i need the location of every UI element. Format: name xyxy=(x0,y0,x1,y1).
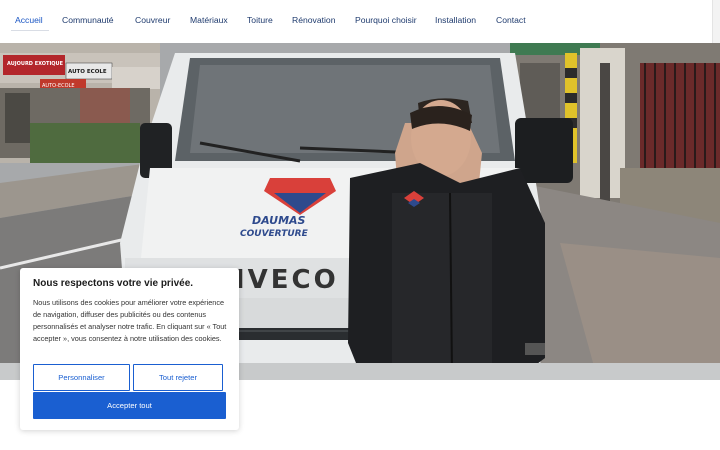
scrollbar[interactable] xyxy=(712,0,720,43)
van-logo-line2: COUVERTURE xyxy=(240,229,309,239)
nav-item-materiaux[interactable]: Matériaux xyxy=(190,15,228,25)
nav-item-communaute[interactable]: Communauté xyxy=(62,15,114,25)
cookie-text: Nous utilisons des cookies pour améliore… xyxy=(33,298,227,343)
main-navigation: Accueil Communauté Couvreur Matériaux To… xyxy=(0,0,712,43)
customize-button[interactable]: Personnaliser xyxy=(33,364,130,391)
nav-item-contact[interactable]: Contact xyxy=(496,15,526,25)
nav-item-renovation[interactable]: Rénovation xyxy=(292,15,335,25)
nav-item-toiture[interactable]: Toiture xyxy=(247,15,273,25)
cookie-title: Nous respectons votre vie privée. xyxy=(33,278,194,289)
shop-sign-2: AUTO ECOLE xyxy=(68,69,107,75)
cookie-consent-banner: Nous respectons votre vie privée. Nous u… xyxy=(20,268,239,430)
shop-sign-1: AUJOURD EXOTIQUE xyxy=(7,61,64,67)
reject-all-button[interactable]: Tout rejeter xyxy=(133,364,223,391)
van-brand: IVECO xyxy=(235,265,339,295)
nav-item-couvreur[interactable]: Couvreur xyxy=(135,15,170,25)
nav-item-accueil[interactable]: Accueil xyxy=(11,15,49,31)
nav-item-installation[interactable]: Installation xyxy=(435,15,476,25)
van-logo-line1: DAUMAS xyxy=(252,214,306,227)
nav-item-pourquoi-choisir[interactable]: Pourquoi choisir xyxy=(355,15,417,25)
accept-all-button[interactable]: Accepter tout xyxy=(33,392,226,419)
page: Accueil Communauté Couvreur Matériaux To… xyxy=(0,0,720,450)
